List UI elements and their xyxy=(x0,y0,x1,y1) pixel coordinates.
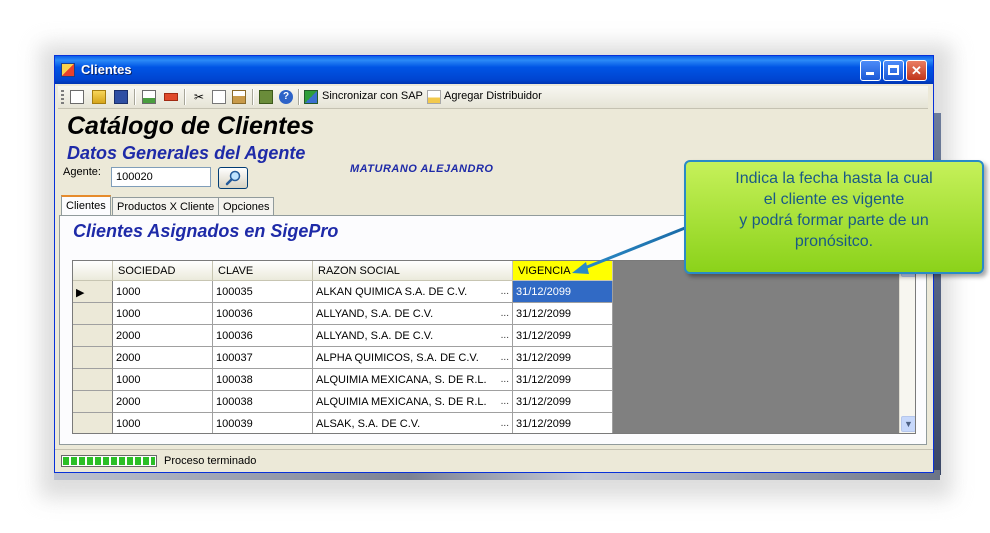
callout-box: Indica la fecha hasta la cual el cliente… xyxy=(684,160,984,274)
callout-line: pronósitco. xyxy=(794,233,874,250)
callout-line: y podrá formar parte de un xyxy=(739,212,929,229)
callout-line: Indica la fecha hasta la cual xyxy=(735,170,933,187)
callout-line: el cliente es vigente xyxy=(763,191,905,208)
